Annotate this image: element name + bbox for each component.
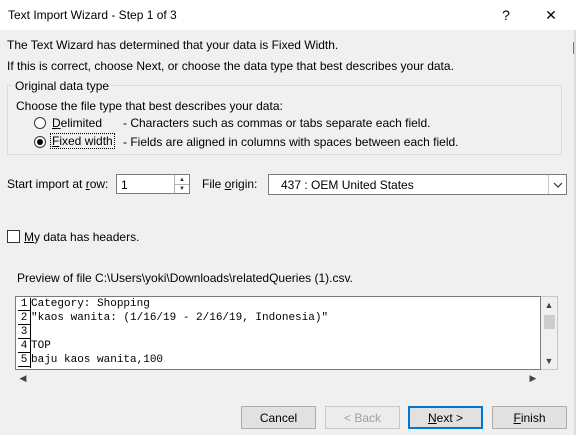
next-button[interactable]: Next > bbox=[408, 406, 483, 429]
preview-horizontal-scrollbar[interactable]: ◀ ▶ bbox=[15, 370, 541, 387]
start-import-label: Start import at row: bbox=[7, 177, 109, 191]
scroll-thumb[interactable] bbox=[544, 315, 555, 329]
start-import-value[interactable]: 1 bbox=[121, 178, 128, 192]
intro-line-2: If this is correct, choose Next, or choo… bbox=[7, 59, 454, 73]
row-number: 1 bbox=[18, 298, 30, 311]
file-origin-value: 437 : OEM United States bbox=[281, 178, 414, 192]
close-button[interactable]: ✕ bbox=[529, 2, 573, 28]
fixed-width-description: - Fields are aligned in columns with spa… bbox=[123, 135, 459, 149]
spin-down-icon[interactable]: ▼ bbox=[175, 184, 189, 193]
preview-row: "kaos wanita: (1/16/19 - 2/16/19, Indone… bbox=[31, 312, 329, 324]
chevron-down-icon[interactable] bbox=[548, 175, 566, 194]
preview-row: TOP bbox=[31, 340, 51, 352]
finish-button[interactable]: Finish bbox=[492, 406, 567, 429]
help-button[interactable]: ? bbox=[484, 2, 528, 28]
window-edge-mark bbox=[573, 42, 574, 54]
stepper-arrows: ▲ ▼ bbox=[174, 175, 189, 193]
file-origin-select[interactable]: 437 : OEM United States bbox=[268, 174, 567, 195]
scroll-left-icon[interactable]: ◀ bbox=[15, 370, 31, 387]
row-number-gutter: 1 2 3 4 5 bbox=[18, 298, 31, 368]
group-title: Original data type bbox=[12, 79, 113, 93]
back-button[interactable]: < Back bbox=[325, 406, 400, 429]
row-number: 5 bbox=[18, 354, 30, 367]
file-origin-label: File origin: bbox=[202, 177, 258, 191]
fixed-width-label[interactable]: Fixed width bbox=[50, 133, 115, 149]
fixed-width-radio[interactable] bbox=[34, 136, 46, 148]
row-number: 4 bbox=[18, 340, 30, 353]
scroll-right-icon[interactable]: ▶ bbox=[525, 370, 541, 387]
cancel-button[interactable]: Cancel bbox=[241, 406, 316, 429]
delimited-radio[interactable] bbox=[34, 117, 46, 129]
window-title: Text Import Wizard - Step 1 of 3 bbox=[8, 8, 177, 22]
preview-vertical-scrollbar[interactable]: ▲ ▼ bbox=[541, 296, 558, 370]
row-number: 3 bbox=[18, 326, 30, 339]
intro-line-1: The Text Wizard has determined that your… bbox=[7, 38, 339, 52]
headers-checkbox[interactable] bbox=[7, 230, 20, 243]
preview-row: Category: Shopping bbox=[31, 298, 150, 310]
preview-row: baju kaos wanita,100 bbox=[31, 354, 164, 366]
row-number: 2 bbox=[18, 312, 30, 325]
preview-area[interactable]: 1 2 3 4 5 Category: Shopping "kaos wanit… bbox=[15, 296, 541, 370]
file-type-prompt: Choose the file type that best describes… bbox=[16, 99, 283, 113]
start-import-stepper[interactable]: 1 ▲ ▼ bbox=[116, 174, 190, 194]
headers-checkbox-label[interactable]: My data has headers. bbox=[24, 230, 139, 244]
delimited-label[interactable]: Delimited bbox=[52, 116, 102, 130]
scroll-down-icon[interactable]: ▼ bbox=[541, 353, 557, 369]
delimited-description: - Characters such as commas or tabs sepa… bbox=[123, 116, 431, 130]
preview-label: Preview of file C:\Users\yoki\Downloads\… bbox=[17, 271, 353, 285]
scroll-up-icon[interactable]: ▲ bbox=[541, 297, 557, 313]
